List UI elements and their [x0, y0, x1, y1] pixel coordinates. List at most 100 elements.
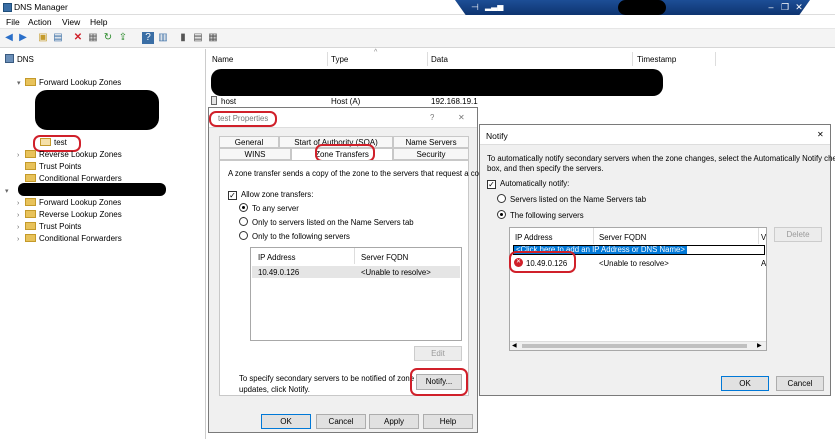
radio-icon	[497, 210, 506, 219]
radio-icon	[239, 203, 248, 212]
radio-name-servers[interactable]: Servers listed on the Name Servers tab	[497, 194, 646, 204]
folder-icon	[25, 162, 36, 170]
pin-icon[interactable]: ⊣	[471, 2, 479, 13]
collapse-icon[interactable]: ▾	[5, 186, 13, 198]
records-icon[interactable]: ▤	[192, 32, 204, 44]
zone-transfers-panel: A zone transfer sends a copy of the zone…	[219, 160, 489, 396]
highlight-title	[209, 111, 277, 127]
filter-icon[interactable]: ▦	[207, 32, 219, 44]
apply-button[interactable]: Apply	[369, 414, 419, 429]
collapse-icon[interactable]: ▾	[17, 78, 25, 90]
menu-view[interactable]: View	[62, 17, 80, 27]
help-icon[interactable]: ?	[430, 113, 434, 122]
properties-icon[interactable]: ▦	[87, 32, 99, 44]
grid-header-ip: IP Address	[258, 253, 296, 262]
properties-dialog: test Properties ? ✕ General Start of Aut…	[208, 107, 489, 433]
server-icon	[5, 54, 14, 63]
console-icon[interactable]: ▥	[157, 32, 169, 44]
ok-button[interactable]: OK	[721, 376, 769, 391]
dns-manager-icon	[3, 3, 12, 12]
column-icon[interactable]: ▮	[177, 32, 189, 44]
remote-session-bar[interactable]: ⊣ ▂▃▅ – ❐ ✕	[455, 0, 810, 15]
record-icon	[211, 96, 217, 105]
tab-name-servers[interactable]: Name Servers	[393, 136, 469, 148]
intro-text: A zone transfer sends a copy of the zone…	[228, 169, 489, 178]
menu-bar: File Action View Help	[0, 15, 835, 29]
radio-name-servers[interactable]: Only to servers listed on the Name Serve…	[239, 217, 414, 227]
ok-button[interactable]: OK	[261, 414, 311, 429]
notify-text-2: updates, click Notify.	[239, 385, 310, 394]
tab-wins[interactable]: WINS	[219, 148, 291, 160]
show-tree-icon[interactable]: ▤	[52, 32, 64, 44]
allow-transfers-checkbox[interactable]: ✓ Allow zone transfers:	[228, 190, 313, 200]
redacted-records	[211, 69, 663, 96]
col-name[interactable]: Name	[212, 55, 233, 64]
col-data[interactable]: Data	[431, 55, 448, 64]
tree-trust-points-2[interactable]: › Trust Points	[17, 221, 81, 233]
menu-file[interactable]: File	[6, 17, 20, 27]
horizontal-scrollbar[interactable]: ◀ ▶	[510, 341, 766, 350]
scroll-thumb[interactable]	[522, 344, 747, 348]
table-row[interactable]: 10.49.0.126 <Unable to resolve>	[252, 266, 460, 278]
auto-notify-checkbox[interactable]: ✓ Automatically notify:	[487, 179, 569, 189]
up-folder-icon[interactable]: ▣	[37, 32, 49, 44]
cancel-button[interactable]: Cancel	[776, 376, 824, 391]
menu-help[interactable]: Help	[90, 17, 107, 27]
folder-icon	[25, 222, 36, 230]
tree-reverse-zones[interactable]: › Reverse Lookup Zones	[17, 149, 122, 161]
highlight-notify-ip	[509, 251, 576, 273]
radio-following-servers[interactable]: The following servers	[497, 210, 584, 220]
delete-icon[interactable]: ✕	[72, 32, 84, 44]
help-button[interactable]: Help	[423, 414, 473, 429]
col-type[interactable]: Type	[331, 55, 348, 64]
scroll-left-icon[interactable]: ◀	[512, 342, 517, 349]
tree-forward-zones[interactable]: ▾ Forward Lookup Zones	[17, 77, 121, 89]
radio-icon	[497, 194, 506, 203]
notify-servers-grid[interactable]: IP Address Server FQDN V <Click here to …	[509, 227, 767, 351]
edit-button[interactable]: Edit	[414, 346, 462, 361]
checkmark-icon: ✓	[487, 180, 496, 189]
notify-title: Notify	[486, 131, 508, 141]
radio-following-servers[interactable]: Only to the following servers	[239, 231, 350, 241]
refresh-icon[interactable]: ↻	[102, 32, 114, 44]
radio-icon	[239, 217, 248, 226]
restore-icon[interactable]: ❐	[779, 2, 791, 12]
folder-icon	[25, 150, 36, 158]
console-tree: DNS ▾ Forward Lookup Zones test › Reverse …	[0, 49, 206, 439]
menu-action[interactable]: Action	[28, 17, 52, 27]
expand-icon[interactable]: ›	[17, 234, 25, 246]
notify-desc-1: To automatically notify secondary server…	[487, 154, 835, 163]
help-icon[interactable]: ?	[142, 32, 154, 44]
minimize-icon[interactable]: –	[765, 2, 777, 12]
folder-icon	[25, 174, 36, 182]
scroll-right-icon[interactable]: ▶	[757, 342, 762, 349]
notify-dialog: Notify ✕ To automatically notify seconda…	[479, 124, 835, 396]
tree-server-2[interactable]: ▾	[5, 185, 13, 197]
expand-icon[interactable]: ›	[17, 150, 25, 162]
redacted-server	[18, 183, 166, 196]
tree-reverse-zones-2[interactable]: › Reverse Lookup Zones	[17, 209, 122, 221]
close-icon[interactable]: ✕	[817, 130, 824, 139]
delete-button[interactable]: Delete	[774, 227, 822, 242]
tree-forward-zones-2[interactable]: › Forward Lookup Zones	[17, 197, 121, 209]
back-icon[interactable]: ◀	[3, 32, 15, 44]
tree-conditional-forwarders-2[interactable]: › Conditional Forwarders	[17, 233, 122, 245]
checkmark-icon: ✓	[228, 191, 237, 200]
col-timestamp[interactable]: Timestamp	[637, 55, 676, 64]
cancel-button[interactable]: Cancel	[316, 414, 366, 429]
folder-icon	[25, 78, 36, 86]
forward-icon[interactable]: ▶	[17, 32, 29, 44]
close-icon[interactable]: ✕	[458, 113, 465, 122]
highlight-notify	[410, 368, 468, 396]
tree-trust-points[interactable]: Trust Points	[25, 161, 81, 173]
export-icon[interactable]: ⇪	[117, 32, 129, 44]
tree-root[interactable]: DNS	[5, 54, 34, 66]
radio-any-server[interactable]: To any server	[239, 203, 299, 213]
radio-icon	[239, 231, 248, 240]
tab-general[interactable]: General	[219, 136, 279, 148]
redacted-host	[618, 0, 666, 15]
redacted-zones	[35, 90, 159, 130]
servers-grid[interactable]: IP Address Server FQDN 10.49.0.126 <Unab…	[250, 247, 462, 341]
tab-security[interactable]: Security	[393, 148, 469, 160]
grid-header-fqdn: Server FQDN	[599, 233, 647, 242]
